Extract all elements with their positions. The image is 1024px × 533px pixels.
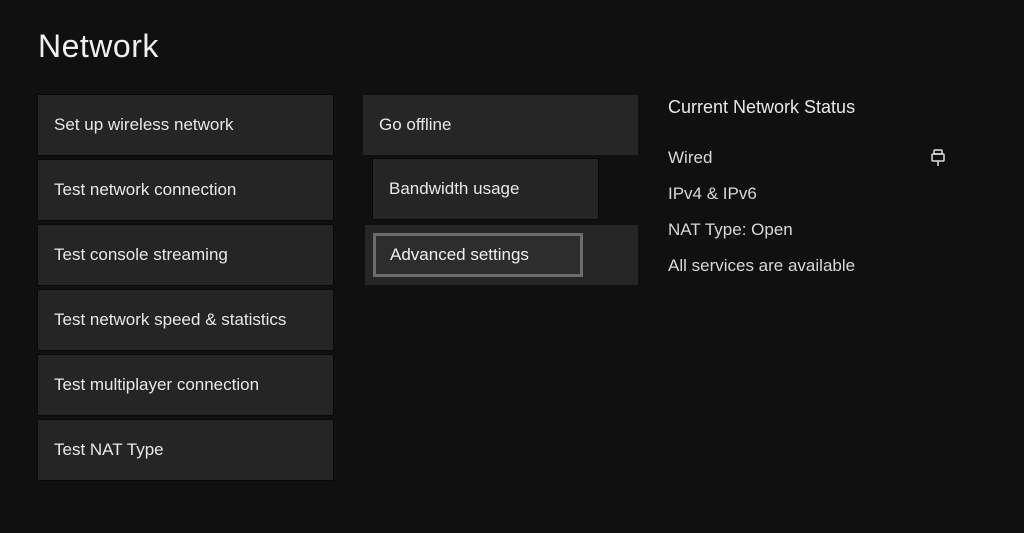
page-title: Network [38,28,1024,65]
go-offline-highlight: Go offline [363,95,638,155]
status-panel: Current Network Status Wired IPv4 & IPv6… [668,95,948,480]
tile-test-nat[interactable]: Test NAT Type [38,420,333,480]
tile-test-streaming[interactable]: Test console streaming [38,225,333,285]
left-column: Set up wireless network Test network con… [38,95,333,480]
tile-go-offline[interactable]: Go offline [363,95,638,155]
status-heading: Current Network Status [668,97,948,118]
middle-column: Go offline Bandwidth usage Advanced sett… [363,95,638,480]
tile-setup-wireless[interactable]: Set up wireless network [38,95,333,155]
ethernet-icon [928,148,948,168]
tile-test-multiplayer[interactable]: Test multiplayer connection [38,355,333,415]
status-connection-text: Wired [668,148,712,168]
settings-layout: Set up wireless network Test network con… [38,95,1024,480]
tile-bandwidth-usage[interactable]: Bandwidth usage [373,159,598,219]
status-connection-row: Wired [668,148,948,168]
status-ip: IPv4 & IPv6 [668,184,948,204]
status-nat: NAT Type: Open [668,220,948,240]
tile-test-connection[interactable]: Test network connection [38,160,333,220]
status-services: All services are available [668,256,948,276]
advanced-selection-wrap: Advanced settings [365,225,638,285]
tile-advanced-settings[interactable]: Advanced settings [373,233,583,277]
tile-test-speed[interactable]: Test network speed & statistics [38,290,333,350]
